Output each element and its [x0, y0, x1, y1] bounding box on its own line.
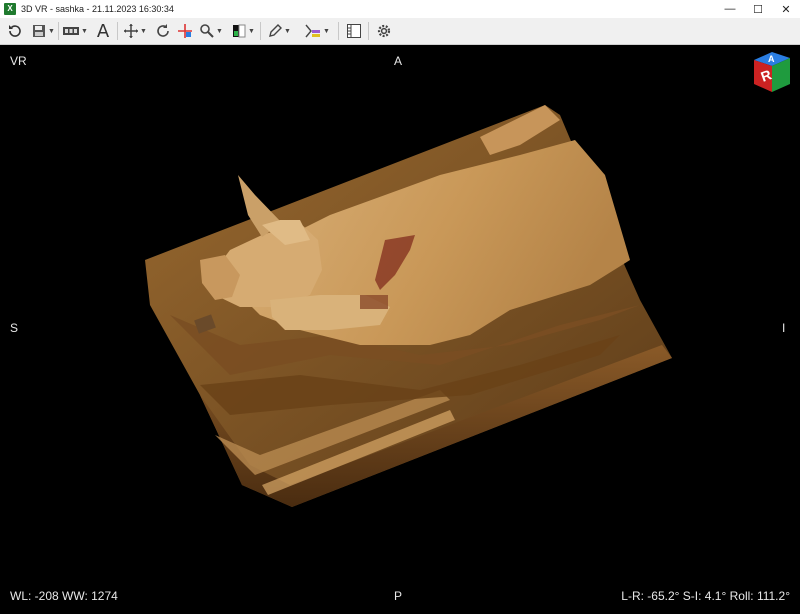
pan-icon[interactable]: ▼: [120, 20, 150, 42]
layout-icon[interactable]: [342, 20, 366, 42]
orientation-top-label: A: [394, 54, 403, 68]
rotate-icon[interactable]: [152, 20, 174, 42]
window-controls: — ☐ ✕: [716, 0, 800, 18]
rotation-readout: L-R: -65.2° S-I: 4.1° Roll: 111.2°: [621, 589, 790, 603]
orientation-bottom-label: P: [394, 589, 403, 603]
zoom-icon[interactable]: ▼: [196, 20, 226, 42]
text-tool-icon[interactable]: A: [92, 20, 114, 42]
orientation-cube-icon[interactable]: R A: [750, 50, 792, 99]
crosshair-icon[interactable]: [174, 20, 196, 42]
close-button[interactable]: ✕: [772, 0, 800, 18]
volume-render: [145, 105, 672, 507]
save-icon[interactable]: ▼: [28, 20, 58, 42]
settings-gear-icon[interactable]: [372, 20, 396, 42]
reset-icon[interactable]: [4, 20, 26, 42]
minimize-button[interactable]: —: [716, 0, 744, 18]
film-icon[interactable]: ▼: [60, 20, 90, 42]
app-icon: X: [4, 3, 16, 15]
orientation-right-label: I: [782, 321, 786, 335]
3d-viewport[interactable]: R A VR A S I P WL: -208 WW: 1274 L-R: -6…: [0, 45, 800, 614]
title-bar: X 3D VR - sashka - 21.11.2023 16:30:34 —…: [0, 0, 800, 19]
cube-top-letter: A: [768, 54, 775, 64]
orientation-left-label: S: [10, 321, 19, 335]
window-level-icon[interactable]: ▼: [228, 20, 258, 42]
maximize-button[interactable]: ☐: [744, 0, 772, 18]
pencil-icon[interactable]: ▼: [264, 20, 294, 42]
window-level-readout: WL: -208 WW: 1274: [10, 589, 118, 603]
view-mode-label: VR: [10, 54, 27, 68]
clip-tool-icon[interactable]: ▼: [300, 20, 334, 42]
toolbar: ▼ ▼ A ▼ ▼ ▼ ▼ ▼: [0, 18, 800, 45]
window-title: 3D VR - sashka - 21.11.2023 16:30:34: [21, 4, 174, 14]
